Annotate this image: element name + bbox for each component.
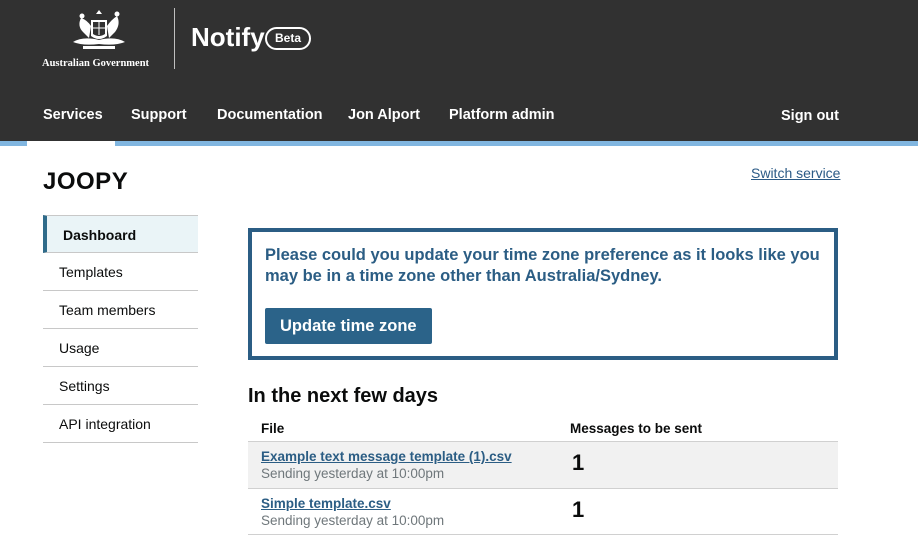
primary-nav: Services Support Documentation Jon Alpor… — [0, 95, 918, 141]
update-timezone-button[interactable]: Update time zone — [265, 308, 432, 344]
file-link[interactable]: Example text message template (1).csv — [261, 449, 512, 464]
upcoming-section-title: In the next few days — [248, 385, 439, 407]
nav-support[interactable]: Support — [131, 107, 187, 123]
header-divider — [174, 8, 175, 69]
file-schedule: Sending yesterday at 10:00pm — [261, 513, 445, 528]
file-schedule: Sending yesterday at 10:00pm — [261, 466, 445, 481]
sidebar-item-usage[interactable]: Usage — [43, 329, 198, 367]
service-sidebar: Dashboard Templates Team members Usage S… — [43, 215, 198, 443]
switch-service-link[interactable]: Switch service — [751, 165, 840, 181]
beta-badge: Beta — [265, 27, 312, 50]
site-header: Australian Government Notify Beta Servic… — [0, 0, 918, 141]
table-row: Example text message template (1).csv Se… — [248, 441, 838, 488]
nav-platform-admin[interactable]: Platform admin — [449, 107, 555, 123]
table-row: Simple template.csv Sending yesterday at… — [248, 488, 838, 535]
nav-documentation[interactable]: Documentation — [217, 107, 323, 123]
sidebar-item-settings[interactable]: Settings — [43, 367, 198, 405]
timezone-message: Please could you update your time zone p… — [265, 246, 820, 285]
column-header-file: File — [261, 421, 285, 436]
government-crest[interactable]: Australian Government — [42, 8, 158, 70]
header-stripe — [0, 141, 918, 146]
sidebar-item-templates[interactable]: Templates — [43, 253, 198, 291]
file-link[interactable]: Simple template.csv — [261, 496, 391, 511]
message-count: 1 — [572, 497, 585, 522]
sidebar-item-api-integration[interactable]: API integration — [43, 405, 198, 443]
active-nav-indicator — [27, 141, 115, 146]
product-name[interactable]: Notify — [191, 22, 265, 53]
message-count: 1 — [572, 450, 585, 475]
service-name: JOOPY — [43, 168, 129, 195]
nav-user-profile[interactable]: Jon Alport — [348, 107, 420, 123]
sidebar-item-dashboard[interactable]: Dashboard — [43, 215, 198, 253]
column-header-messages: Messages to be sent — [570, 421, 703, 436]
sidebar-item-team-members[interactable]: Team members — [43, 291, 198, 329]
timezone-banner: Please could you update your time zone p… — [248, 228, 838, 360]
sign-out-link[interactable]: Sign out — [781, 108, 839, 124]
nav-services[interactable]: Services — [43, 107, 103, 123]
government-text: Australian Government — [42, 58, 150, 69]
coat-of-arms-icon — [73, 10, 125, 49]
